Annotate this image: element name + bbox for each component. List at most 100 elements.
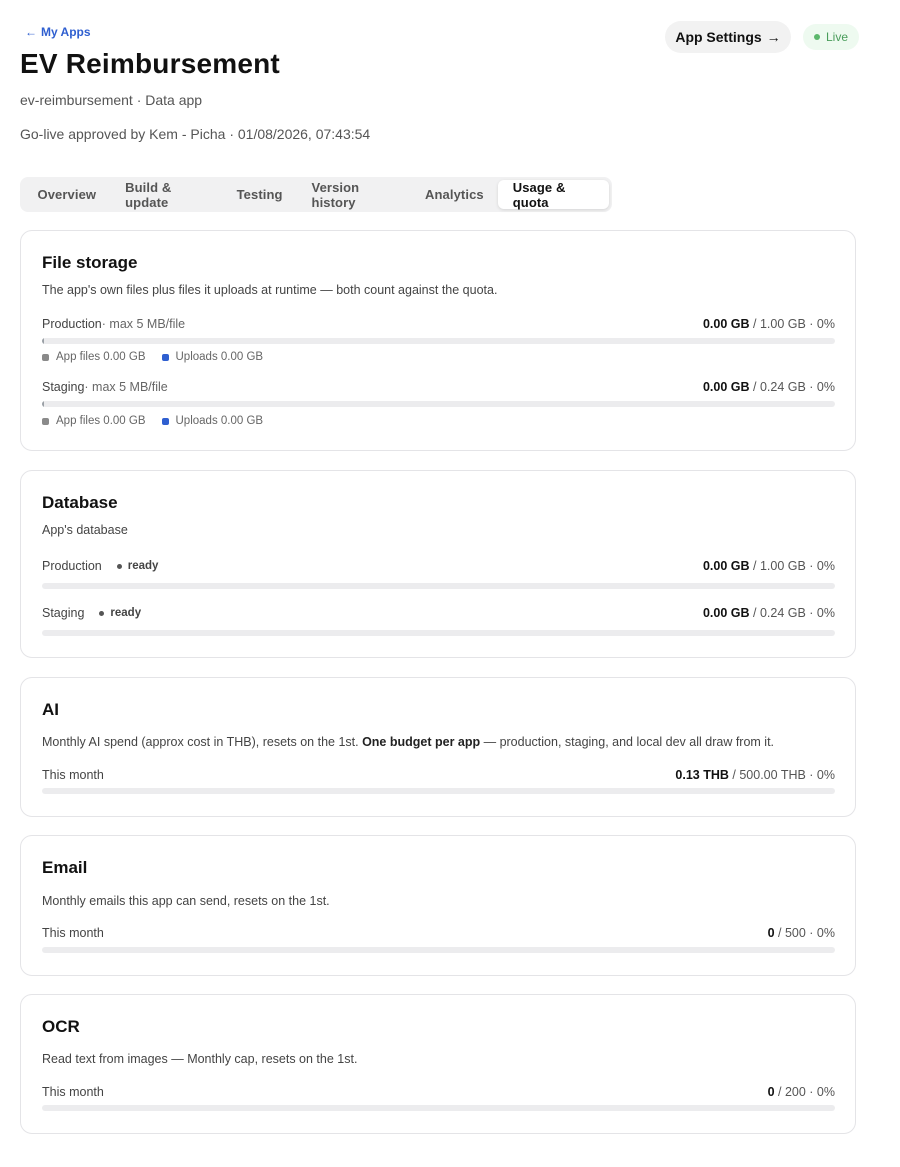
usage-rest: / 1.00 GB · 0% [749, 317, 835, 331]
ocr-progress [42, 1105, 835, 1111]
app-files-swatch-icon [42, 417, 49, 425]
storage-production-label: Production · max 5 MB/file [42, 317, 185, 331]
status-badge-label: Live [826, 30, 849, 44]
progress-fill [42, 338, 45, 344]
card-title: Database [42, 493, 118, 512]
status-badge: Live [803, 24, 860, 50]
usage-rest: / 200 · 0% [774, 1085, 835, 1099]
card-title: Email [42, 858, 88, 877]
card-description: App's database [42, 523, 128, 537]
storage-production-usage: 0.00 GB / 1.00 GB · 0% [703, 317, 835, 331]
tab-build-update[interactable]: Build & update [111, 180, 222, 210]
db-production-progress [42, 583, 835, 589]
env-label: Staging [42, 606, 85, 620]
usage-used: 0.00 GB [702, 380, 750, 394]
legend-uploads-label: Uploads 0.00 GB [175, 351, 264, 363]
db-status: ready [99, 607, 141, 619]
db-staging-usage: 0.00 GB / 0.24 GB · 0% [703, 606, 835, 620]
db-status-label: ready [127, 560, 159, 572]
tab-version-history[interactable]: Version history [297, 180, 410, 210]
usage-used: 0 [767, 1085, 775, 1099]
email-card: Email Monthly emails this app can send, … [20, 835, 856, 976]
app-settings-label: App Settings [675, 29, 762, 45]
app-subtitle: ev-reimbursement · Data app [20, 92, 203, 108]
card-title: AI [42, 700, 59, 719]
email-row-label: This month [42, 926, 104, 940]
email-progress [42, 947, 835, 953]
desc-text: — production, staging, and local dev all… [480, 735, 775, 749]
app-files-swatch-icon [42, 353, 49, 361]
db-production-label: Production ready [42, 559, 158, 573]
approval-info: Go-live approved by Kem - Picha · 01/08/… [20, 126, 371, 142]
card-title: File storage [42, 253, 138, 272]
tab-testing[interactable]: Testing [222, 180, 297, 209]
arrow-right-icon: → [766, 29, 781, 45]
status-dot-icon [116, 563, 122, 569]
usage-used: 0.00 GB [702, 317, 750, 331]
tab-analytics[interactable]: Analytics [411, 180, 499, 209]
legend-app-files-label: App files 0.00 GB [56, 415, 146, 427]
tab-usage-quota[interactable]: Usage & quota [498, 180, 609, 210]
usage-rest: / 1.00 GB · 0% [749, 559, 835, 573]
app-settings-button[interactable]: App Settings → [665, 21, 791, 53]
storage-staging-legend: App files 0.00 GB Uploads 0.00 GB [42, 415, 263, 427]
back-link-label: My Apps [41, 25, 91, 39]
legend-app-files-label: App files 0.00 GB [56, 351, 146, 363]
legend-app-files: App files 0.00 GB [42, 415, 146, 427]
db-staging-label: Staging ready [42, 606, 141, 620]
env-label: Production [42, 559, 102, 573]
legend-uploads-label: Uploads 0.00 GB [175, 415, 264, 427]
storage-staging-progress [42, 401, 835, 407]
usage-used: 0.00 GB [702, 606, 750, 620]
env-label: Production [42, 317, 102, 331]
database-card: Database App's database Production ready… [20, 470, 856, 658]
usage-rest: / 500 · 0% [774, 926, 835, 940]
card-description: Monthly AI spend (approx cost in THB), r… [42, 735, 774, 749]
ai-row-label: This month [42, 768, 104, 782]
ocr-card: OCR Read text from images — Monthly cap,… [20, 994, 856, 1134]
card-description: Read text from images — Monthly cap, res… [42, 1052, 358, 1066]
ai-progress [42, 788, 835, 794]
storage-production-legend: App files 0.00 GB Uploads 0.00 GB [42, 351, 263, 363]
db-status: ready [116, 560, 159, 572]
status-dot-icon [99, 610, 105, 616]
legend-app-files: App files 0.00 GB [42, 351, 146, 363]
ai-usage: 0.13 THB / 500.00 THB · 0% [675, 768, 835, 782]
tab-overview[interactable]: Overview [23, 180, 111, 209]
db-status-label: ready [110, 607, 142, 619]
arrow-left-icon: ← [25, 25, 37, 39]
usage-rest: / 0.24 GB · 0% [749, 606, 835, 620]
legend-uploads: Uploads 0.00 GB [161, 415, 264, 427]
tab-bar: Overview Build & update Testing Version … [20, 177, 612, 212]
usage-used: 0.00 GB [702, 559, 750, 573]
page-title: EV Reimbursement [20, 48, 280, 79]
usage-used: 0 [767, 926, 775, 940]
desc-text: Monthly AI spend (approx cost in THB), r… [42, 735, 363, 749]
card-description: The app's own files plus files it upload… [42, 283, 498, 297]
card-description: Monthly emails this app can send, resets… [42, 894, 330, 908]
usage-rest: / 500.00 THB · 0% [728, 768, 835, 782]
storage-staging-usage: 0.00 GB / 0.24 GB · 0% [703, 380, 835, 394]
env-label: Staging [42, 380, 85, 394]
usage-used: 0.13 THB [675, 768, 729, 782]
storage-staging-label: Staging · max 5 MB/file [42, 380, 168, 394]
card-title: OCR [42, 1017, 80, 1036]
live-dot-icon [814, 34, 820, 40]
email-usage: 0 / 500 · 0% [768, 926, 835, 940]
progress-fill [42, 401, 45, 407]
storage-production-progress [42, 338, 835, 344]
uploads-swatch-icon [161, 417, 169, 425]
file-storage-card: File storage The app's own files plus fi… [20, 230, 856, 451]
legend-uploads: Uploads 0.00 GB [161, 351, 264, 363]
usage-rest: / 0.24 GB · 0% [749, 380, 835, 394]
db-staging-progress [42, 630, 835, 636]
file-size-limit: · max 5 MB/file [84, 380, 168, 394]
ocr-row-label: This month [42, 1085, 104, 1099]
back-to-my-apps-link[interactable]: ← My Apps [25, 25, 91, 39]
desc-bold-text: One budget per app [362, 735, 481, 749]
file-size-limit: · max 5 MB/file [101, 317, 186, 331]
uploads-swatch-icon [161, 353, 169, 361]
ai-card: AI Monthly AI spend (approx cost in THB)… [20, 677, 856, 817]
ocr-usage: 0 / 200 · 0% [768, 1085, 835, 1099]
db-production-usage: 0.00 GB / 1.00 GB · 0% [703, 559, 835, 573]
